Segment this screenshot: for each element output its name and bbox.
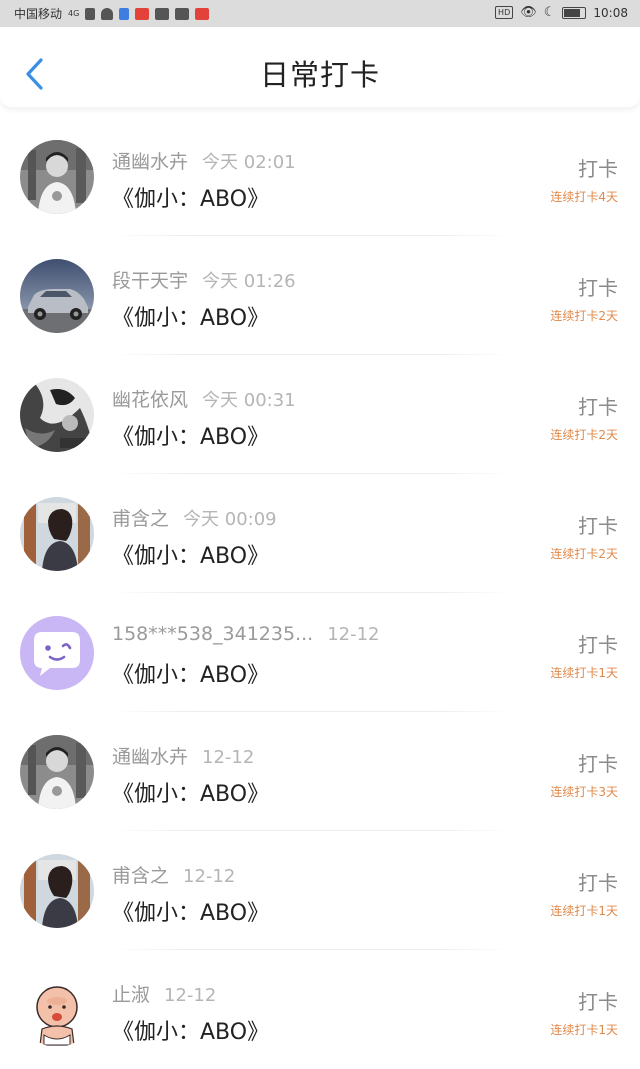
user-name-text: 止淑 bbox=[112, 984, 151, 1006]
avatar[interactable] bbox=[20, 140, 94, 214]
media-notification-icon bbox=[175, 7, 190, 20]
user-name-text: 通幽水卉 bbox=[112, 746, 189, 768]
wifi-icon bbox=[101, 7, 114, 20]
checkin-label: 打卡 bbox=[578, 157, 618, 181]
checkin-time: 今天 00:09 bbox=[183, 509, 277, 530]
book-title: 《伽小：ABO》 bbox=[112, 1020, 270, 1045]
checkin-label: 打卡 bbox=[578, 871, 618, 895]
user-name: 通幽水卉 12-12 bbox=[112, 742, 254, 769]
user-name: 止淑 12-12 bbox=[112, 980, 216, 1007]
book-title: 《伽小：ABO》 bbox=[112, 187, 270, 212]
checkin-label: 打卡 bbox=[578, 276, 618, 300]
book-title: 《伽小：ABO》 bbox=[112, 663, 270, 688]
checkin-time: 12-12 bbox=[183, 866, 236, 887]
moon-icon: ☾ bbox=[543, 5, 556, 20]
streak-label: 连续打卡2天 bbox=[550, 309, 618, 323]
checkin-label: 打卡 bbox=[578, 752, 618, 776]
user-name: 通幽水卉 今天 02:01 bbox=[112, 147, 296, 174]
checkin-row[interactable]: 段干天宇 今天 01:26 《伽小：ABO》 打卡 连续打卡2天 bbox=[0, 236, 640, 355]
checkin-time: 今天 02:01 bbox=[202, 152, 296, 173]
chat-notification-icon bbox=[155, 7, 170, 20]
book-title: 《伽小：ABO》 bbox=[112, 306, 270, 331]
checkin-row[interactable]: 通幽水卉 今天 02:01 《伽小：ABO》 打卡 连续打卡4天 bbox=[0, 117, 640, 236]
book-title: 《伽小：ABO》 bbox=[112, 901, 270, 926]
checkin-time: 12-12 bbox=[202, 747, 255, 768]
checkin-label: 打卡 bbox=[578, 514, 618, 538]
checkin-row[interactable]: 158***538_341235... 12-12 《伽小：ABO》 打卡 连续打… bbox=[0, 593, 640, 712]
user-name-text: 甫含之 bbox=[112, 865, 170, 887]
user-name: 段干天宇 今天 01:26 bbox=[112, 266, 296, 293]
checkin-time: 今天 01:26 bbox=[202, 271, 296, 292]
user-name-text: 甫含之 bbox=[112, 508, 170, 530]
user-name: 甫含之 12-12 bbox=[112, 861, 235, 888]
user-name-text: 段干天宇 bbox=[112, 270, 189, 292]
streak-label: 连续打卡1天 bbox=[550, 1023, 618, 1037]
streak-label: 连续打卡3天 bbox=[550, 785, 618, 799]
checkin-time: 今天 00:31 bbox=[202, 390, 296, 411]
user-name-text: 幽花依风 bbox=[112, 389, 189, 411]
streak-label: 连续打卡2天 bbox=[550, 428, 618, 442]
avatar[interactable] bbox=[20, 497, 94, 571]
checkin-list: 通幽水卉 今天 02:01 《伽小：ABO》 打卡 连续打卡4天 段干天宇 今天 0… bbox=[0, 117, 640, 1069]
checkin-row[interactable]: 通幽水卉 12-12 《伽小：ABO》 打卡 连续打卡3天 bbox=[0, 712, 640, 831]
book-title: 《伽小：ABO》 bbox=[112, 425, 270, 450]
avatar[interactable] bbox=[20, 259, 94, 333]
checkin-row[interactable]: 幽花依风 今天 00:31 《伽小：ABO》 打卡 连续打卡2天 bbox=[0, 355, 640, 474]
hd-icon: HD bbox=[495, 6, 514, 19]
user-name: 甫含之 今天 00:09 bbox=[112, 504, 277, 531]
page-title: 日常打卡 bbox=[259, 58, 380, 92]
checkin-row[interactable]: 甫含之 12-12 《伽小：ABO》 打卡 连续打卡1天 bbox=[0, 831, 640, 950]
signal-label: 4G bbox=[68, 9, 80, 18]
status-bar: 中国移动 4G HD 👁 ☾ 10:08 bbox=[0, 0, 640, 27]
signal-icon bbox=[85, 7, 96, 20]
checkin-row[interactable]: 甫含之 今天 00:09 《伽小：ABO》 打卡 连续打卡2天 bbox=[0, 474, 640, 593]
streak-label: 连续打卡4天 bbox=[550, 190, 618, 204]
checkin-label: 打卡 bbox=[578, 633, 618, 657]
avatar[interactable] bbox=[20, 616, 94, 690]
book-title: 《伽小：ABO》 bbox=[112, 544, 270, 569]
user-name-text: 通幽水卉 bbox=[112, 151, 189, 173]
user-name-text: 158***538_341235... bbox=[112, 623, 314, 645]
battery-icon bbox=[562, 6, 587, 19]
status-left: 中国移动 4G bbox=[14, 5, 210, 22]
navigation-bar: 日常打卡 bbox=[0, 27, 640, 107]
carrier-label: 中国移动 bbox=[14, 7, 63, 21]
book-title: 《伽小：ABO》 bbox=[112, 782, 270, 807]
checkin-label: 打卡 bbox=[578, 990, 618, 1014]
avatar[interactable] bbox=[20, 973, 94, 1047]
checkin-label: 打卡 bbox=[578, 395, 618, 419]
streak-label: 连续打卡2天 bbox=[550, 547, 618, 561]
avatar[interactable] bbox=[20, 735, 94, 809]
clock-label: 10:08 bbox=[593, 5, 628, 20]
checkin-row[interactable]: 止淑 12-12 《伽小：ABO》 打卡 连续打卡1天 bbox=[0, 950, 640, 1069]
user-name: 幽花依风 今天 00:31 bbox=[112, 385, 296, 412]
app-badge-icon bbox=[195, 7, 210, 20]
user-name: 158***538_341235... 12-12 bbox=[112, 623, 380, 645]
avatar[interactable] bbox=[20, 854, 94, 928]
app-notification-icon bbox=[135, 7, 150, 20]
avatar[interactable] bbox=[20, 378, 94, 452]
checkin-time: 12-12 bbox=[327, 624, 380, 645]
eye-icon: 👁 bbox=[520, 5, 537, 20]
checkin-time: 12-12 bbox=[164, 985, 217, 1006]
streak-label: 连续打卡1天 bbox=[550, 666, 618, 680]
status-right: HD 👁 ☾ 10:08 bbox=[495, 5, 628, 20]
streak-label: 连续打卡1天 bbox=[550, 904, 618, 918]
shield-icon bbox=[119, 7, 130, 20]
